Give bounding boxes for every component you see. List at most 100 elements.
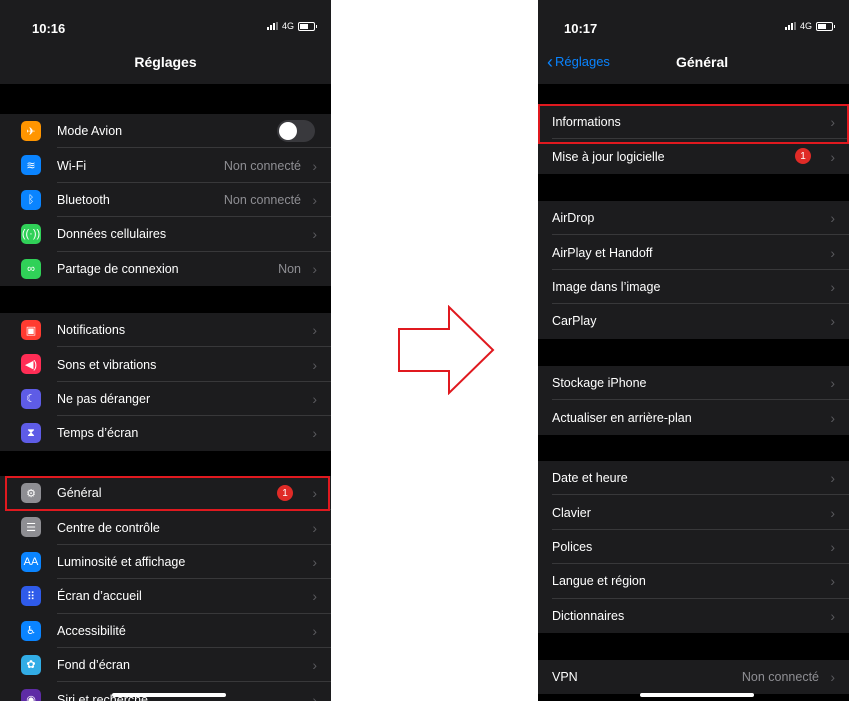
chevron-right-icon: › xyxy=(830,409,835,426)
settings-row-ne-pas-deranger[interactable]: ☾ Ne pas déranger › xyxy=(0,382,331,417)
row-label: Langue et région xyxy=(552,574,646,589)
settings-row-polices[interactable]: Polices › xyxy=(538,530,849,565)
row-label: Accessibilité xyxy=(57,623,126,638)
chevron-right-icon: › xyxy=(830,669,835,686)
row-label: Mise à jour logicielle xyxy=(552,149,665,164)
chevron-right-icon: › xyxy=(830,244,835,261)
row-label: Date et heure xyxy=(552,471,628,486)
gear-icon: ⚙ xyxy=(21,483,41,503)
row-label: Partage de connexion xyxy=(57,261,179,276)
chevron-right-icon: › xyxy=(312,390,317,407)
settings-row-bluetooth[interactable]: ᛒ Bluetooth Non connecté › xyxy=(0,183,331,218)
settings-row-clavier[interactable]: Clavier › xyxy=(538,495,849,530)
chevron-right-icon: › xyxy=(830,148,835,165)
settings-row-actualiser-en-arriere-plan[interactable]: Actualiser en arrière-plan › xyxy=(538,400,849,434)
settings-row-siri-et-recherche[interactable]: ◉ Siri et recherche › xyxy=(0,682,331,701)
row-label: Données cellulaires xyxy=(57,227,167,242)
row-label: Bluetooth xyxy=(57,192,110,207)
settings-row-ecran-d-accueil[interactable]: ⠿ Écran d’accueil › xyxy=(0,579,331,614)
settings-row-temps-d-ecran[interactable]: ⧗ Temps d’écran › xyxy=(0,416,331,450)
chevron-right-icon: › xyxy=(312,157,317,174)
row-value: Non connecté xyxy=(741,670,819,685)
settings-group: ▣ Notifications › ◀) Sons et vibrations › ☾ Ne … xyxy=(0,313,331,451)
chevron-right-icon: › xyxy=(830,375,835,392)
notification-badge: 1 xyxy=(277,485,293,501)
row-value: Non xyxy=(278,261,301,276)
status-bar: 10:17 4G xyxy=(538,0,849,40)
row-label: Fond d’écran xyxy=(57,658,130,673)
sounds-icon: ◀) xyxy=(21,354,41,375)
settings-row-stockage-iphone[interactable]: Stockage iPhone › xyxy=(538,366,849,401)
chevron-right-icon: › xyxy=(830,573,835,590)
settings-row-donnees-cellulaires[interactable]: ((·)) Données cellulaires › xyxy=(0,217,331,252)
chevron-right-icon: › xyxy=(312,425,317,442)
settings-group: Date et heure › Clavier › Polices › Langue et … xyxy=(538,461,849,633)
accessibility-icon: ♿ xyxy=(21,620,41,641)
settings-row-airdrop[interactable]: AirDrop › xyxy=(538,201,849,236)
settings-row-airplay-et-handoff[interactable]: AirPlay et Handoff › xyxy=(538,235,849,270)
row-value: Non connecté xyxy=(223,192,301,207)
settings-row-date-et-heure[interactable]: Date et heure › xyxy=(538,461,849,496)
settings-row-dictionnaires[interactable]: Dictionnaires › xyxy=(538,599,849,633)
settings-row-informations[interactable]: Informations › xyxy=(538,105,849,140)
settings-row-notifications[interactable]: ▣ Notifications › xyxy=(0,313,331,348)
settings-row-partage-de-connexion[interactable]: ∞ Partage de connexion Non › xyxy=(0,252,331,286)
row-label: Siri et recherche xyxy=(57,692,149,701)
settings-row-luminosite-et-affichage[interactable]: AA Luminosité et affichage › xyxy=(0,545,331,580)
status-bar: 10:16 4G xyxy=(0,0,331,40)
home-indicator[interactable] xyxy=(640,693,754,697)
control-center-icon: ☰ xyxy=(21,517,41,538)
home-indicator[interactable] xyxy=(112,693,226,697)
row-label: VPN xyxy=(552,670,578,685)
network-label: 4G xyxy=(799,21,812,31)
navigation-bar: Réglages xyxy=(0,40,331,84)
row-label: AirPlay et Handoff xyxy=(552,245,653,260)
settings-group: Stockage iPhone › Actualiser en arrière-pl… xyxy=(538,366,849,435)
row-label: Clavier xyxy=(552,505,591,520)
settings-row-langue-et-region[interactable]: Langue et région › xyxy=(538,564,849,599)
settings-row-image-dans-l-image[interactable]: Image dans l’image › xyxy=(538,270,849,305)
settings-row-wi-fi[interactable]: ≋ Wi-Fi Non connecté › xyxy=(0,148,331,183)
settings-row-accessibilite[interactable]: ♿ Accessibilité › xyxy=(0,614,331,648)
chevron-right-icon: › xyxy=(312,485,317,502)
notifications-icon: ▣ xyxy=(21,320,41,340)
chevron-right-icon: › xyxy=(830,607,835,624)
settings-row-centre-de-controle[interactable]: ☰ Centre de contrôle › xyxy=(0,510,331,545)
settings-row-carplay[interactable]: CarPlay › xyxy=(538,304,849,338)
settings-row-vpn[interactable]: VPN Non connecté › xyxy=(538,660,849,694)
cellular-icon: ((·)) xyxy=(21,224,41,245)
chevron-right-icon: › xyxy=(830,114,835,131)
home-screen-icon: ⠿ xyxy=(21,586,41,607)
settings-row-mise-a-jour-logicielle[interactable]: Mise à jour logicielle 1 › xyxy=(538,139,849,173)
row-label: Notifications xyxy=(57,323,126,338)
signal-icon xyxy=(784,22,796,30)
row-label: CarPlay xyxy=(552,314,597,329)
chevron-right-icon: › xyxy=(312,260,317,277)
row-label: Sons et vibrations xyxy=(57,357,157,372)
chevron-right-icon: › xyxy=(830,504,835,521)
chevron-right-icon: › xyxy=(830,313,835,330)
moon-icon: ☾ xyxy=(21,388,41,409)
status-time: 10:17 xyxy=(564,21,598,36)
row-label: Centre de contrôle xyxy=(57,520,160,535)
row-label: Écran d’accueil xyxy=(57,589,142,604)
notification-badge: 1 xyxy=(795,148,811,165)
settings-row-sons-et-vibrations[interactable]: ◀) Sons et vibrations › xyxy=(0,347,331,382)
status-time: 10:16 xyxy=(32,21,66,36)
airplane-mode-toggle[interactable] xyxy=(277,120,315,142)
general-screen: 10:17 4G ‹ Réglages Général Informations… xyxy=(538,0,849,701)
battery-icon xyxy=(816,21,835,31)
chevron-right-icon: › xyxy=(312,553,317,570)
settings-group: AirDrop › AirPlay et Handoff › Image dans l’… xyxy=(538,201,849,339)
settings-row-mode-avion[interactable]: ✈ Mode Avion xyxy=(0,114,331,149)
wifi-icon: ≋ xyxy=(21,155,41,176)
battery-icon xyxy=(298,21,317,31)
row-value: Non connecté xyxy=(223,158,301,173)
settings-row-general[interactable]: ⚙ Général 1 › xyxy=(0,476,331,511)
airplane-icon: ✈ xyxy=(21,121,41,141)
bluetooth-icon: ᛒ xyxy=(21,189,41,210)
page-title: Général xyxy=(676,54,729,70)
row-label: Image dans l’image xyxy=(552,279,661,294)
settings-row-fond-d-ecran[interactable]: ✿ Fond d’écran › xyxy=(0,648,331,683)
hotspot-icon: ∞ xyxy=(21,258,41,279)
